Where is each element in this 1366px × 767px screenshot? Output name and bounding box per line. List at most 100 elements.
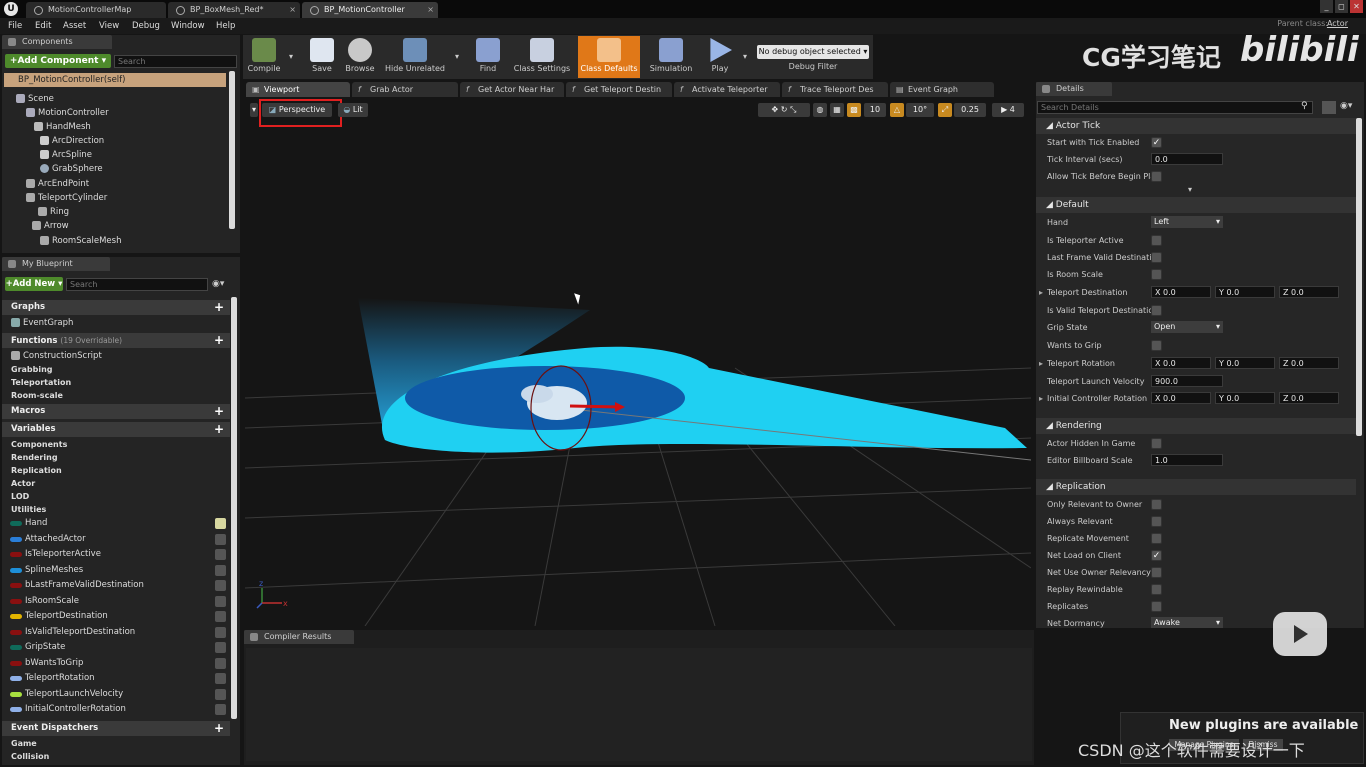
var-category-utilities[interactable]: Utilities: [2, 503, 46, 516]
components-scrollbar[interactable]: [229, 71, 235, 229]
advanced-expand-icon[interactable]: ▾: [1188, 185, 1192, 194]
variable-item[interactable]: TeleportLaunchVelocity: [2, 687, 230, 702]
camera-speed-button[interactable]: ▶ 4: [992, 103, 1024, 117]
play-options-icon[interactable]: ▾: [743, 52, 747, 61]
details-search-input[interactable]: Search Details: [1037, 101, 1313, 114]
visibility-options-icon[interactable]: ◉▾: [212, 279, 230, 290]
valid-destination-checkbox[interactable]: [1151, 305, 1162, 316]
doc-tab-map[interactable]: MotionControllerMap: [26, 2, 166, 18]
components-search-input[interactable]: Search: [114, 55, 237, 68]
close-icon[interactable]: ×: [427, 2, 434, 18]
teleport-rot-z[interactable]: 0.0: [1291, 359, 1304, 368]
teleport-dest-z[interactable]: 0.0: [1291, 288, 1304, 297]
graphs-header[interactable]: Graphs +: [2, 300, 230, 315]
rotate-icon[interactable]: ↻: [781, 105, 788, 114]
tab-grab-actor[interactable]: f Grab Actor: [352, 82, 458, 97]
replication-checkbox[interactable]: [1151, 499, 1162, 510]
transform-tools[interactable]: ✥ ↻ ⤡: [758, 103, 810, 117]
room-scale-checkbox[interactable]: [1151, 269, 1162, 280]
variable-item[interactable]: TeleportDestination: [2, 609, 230, 624]
var-category-components[interactable]: Components: [2, 438, 67, 451]
allow-tick-checkbox[interactable]: [1151, 171, 1162, 182]
find-button[interactable]: Find: [468, 36, 508, 78]
visibility-eye-icon[interactable]: [215, 626, 226, 638]
last-frame-checkbox[interactable]: [1151, 252, 1162, 263]
variable-item[interactable]: GripState: [2, 640, 230, 655]
variable-item[interactable]: bWantsToGrip: [2, 656, 230, 671]
scale-icon[interactable]: ⤡: [790, 105, 796, 114]
variable-item[interactable]: IsTeleporterActive: [2, 547, 230, 562]
actor-hidden-checkbox[interactable]: [1151, 438, 1162, 449]
add-component-button[interactable]: +Add Component ▾: [5, 54, 111, 68]
variable-item[interactable]: Hand: [2, 516, 230, 531]
hand-select[interactable]: Left: [1151, 216, 1223, 228]
class-settings-button[interactable]: Class Settings: [510, 36, 574, 78]
visibility-eye-icon[interactable]: [215, 657, 226, 669]
world-space-icon[interactable]: ◍: [813, 103, 827, 117]
tree-item-motioncontroller[interactable]: MotionController: [2, 106, 109, 120]
surface-snap-icon[interactable]: ▦: [830, 103, 844, 117]
tree-item-grabsphere[interactable]: GrabSphere: [2, 162, 103, 176]
visibility-eye-icon[interactable]: [215, 688, 226, 700]
variable-item[interactable]: InitialControllerRotation: [2, 702, 230, 717]
tab-event-graph[interactable]: ▤ Event Graph: [890, 82, 994, 97]
scale-snap-icon[interactable]: ⤢: [938, 103, 952, 117]
parent-class-link[interactable]: Actor: [1327, 19, 1348, 28]
tree-item-roomscalemesh[interactable]: RoomScaleMesh: [2, 234, 121, 248]
category-grabbing[interactable]: Grabbing: [2, 363, 53, 376]
blueprint-search-input[interactable]: Search: [66, 278, 208, 291]
billboard-scale-field[interactable]: 1.0: [1151, 454, 1223, 466]
tree-item-ring[interactable]: Ring: [2, 205, 69, 219]
init-rot-x[interactable]: 0.0: [1163, 394, 1176, 403]
add-dispatcher-icon[interactable]: +: [214, 721, 224, 735]
compile-options-icon[interactable]: ▾: [289, 52, 293, 61]
tab-get-teleport-destination[interactable]: f Get Teleport Destin: [566, 82, 672, 97]
macros-header[interactable]: Macros +: [2, 404, 230, 419]
tree-item-handmesh[interactable]: HandMesh: [2, 120, 91, 134]
visibility-eye-icon[interactable]: [215, 580, 226, 591]
doc-tab-motioncontroller[interactable]: BP_MotionController ×: [302, 2, 438, 18]
init-rot-y[interactable]: 0.0: [1226, 394, 1239, 403]
launch-velocity-field[interactable]: 900.0: [1151, 375, 1223, 387]
functions-header[interactable]: Functions (19 Overridable) +: [2, 333, 230, 348]
viewport[interactable]: x z: [245, 98, 1031, 626]
actor-tick-section[interactable]: ◢ Actor Tick: [1036, 118, 1356, 134]
function-item-constructionscript[interactable]: ConstructionScript: [2, 349, 102, 363]
add-variable-icon[interactable]: +: [214, 422, 224, 436]
add-new-button[interactable]: +Add New ▾: [5, 277, 63, 291]
var-category-replication[interactable]: Replication: [2, 464, 62, 477]
graph-item-eventgraph[interactable]: EventGraph: [2, 316, 73, 330]
debug-object-select[interactable]: No debug object selected ▾: [757, 45, 869, 59]
play-button[interactable]: Play: [700, 36, 740, 78]
tab-get-actor-near-hand[interactable]: f Get Actor Near Har: [460, 82, 564, 97]
variable-item[interactable]: SplineMeshes: [2, 563, 230, 578]
scale-snap-value[interactable]: 0.25: [954, 103, 986, 117]
doc-tab-boxmesh[interactable]: BP_BoxMesh_Red* ×: [168, 2, 300, 18]
teleport-rot-y[interactable]: 0.0: [1226, 359, 1239, 368]
details-scrollbar[interactable]: [1356, 118, 1362, 436]
variables-header[interactable]: Variables +: [2, 422, 230, 437]
blueprint-scrollbar[interactable]: [231, 297, 237, 719]
visibility-eye-icon[interactable]: [215, 549, 226, 560]
minimize-button[interactable]: _: [1320, 0, 1333, 13]
grid-snap-value[interactable]: 10: [864, 103, 886, 117]
replication-checkbox[interactable]: [1151, 516, 1162, 527]
menu-help[interactable]: Help: [216, 18, 235, 34]
net-dormancy-select[interactable]: Awake: [1151, 617, 1223, 628]
visibility-eye-icon[interactable]: [215, 611, 226, 622]
self-component-row[interactable]: BP_MotionController(self): [4, 73, 226, 87]
tab-viewport[interactable]: ▣ Viewport: [246, 82, 350, 97]
category-teleportation[interactable]: Teleportation: [2, 376, 71, 389]
grip-state-select[interactable]: Open: [1151, 321, 1223, 333]
init-rot-z[interactable]: 0.0: [1291, 394, 1304, 403]
tick-interval-field[interactable]: 0.0: [1151, 153, 1223, 165]
translate-icon[interactable]: ✥: [772, 105, 779, 114]
lit-button[interactable]: ◒ Lit: [338, 103, 368, 117]
compiler-results-tab[interactable]: Compiler Results: [244, 630, 354, 644]
menu-window[interactable]: Window: [171, 18, 205, 34]
hide-unrelated-button[interactable]: Hide Unrelated: [381, 36, 449, 78]
var-category-rendering[interactable]: Rendering: [2, 451, 58, 464]
components-tab[interactable]: Components: [2, 35, 112, 49]
teleporter-active-checkbox[interactable]: [1151, 235, 1162, 246]
expand-icon[interactable]: ▸: [1039, 284, 1043, 301]
